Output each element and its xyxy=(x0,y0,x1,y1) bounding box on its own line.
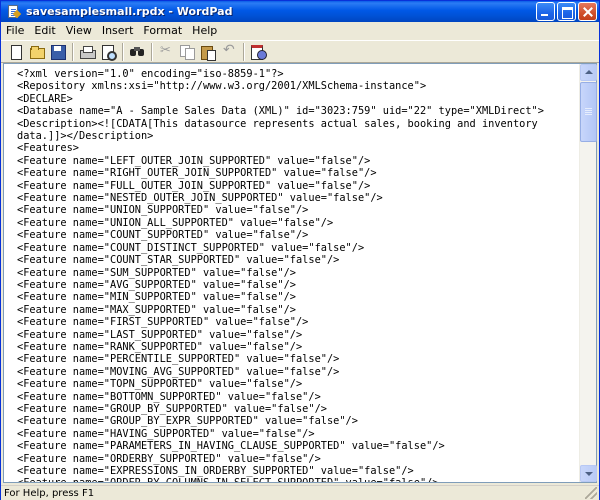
toolbar-separator xyxy=(151,42,153,61)
document-line: <Feature name="EXPRESSIONS_IN_ORDERBY_SU… xyxy=(17,465,414,477)
document-line: <Feature name="BOTTOMN_SUPPORTED" value=… xyxy=(17,390,321,403)
printer-icon[interactable] xyxy=(78,43,96,61)
status-bar: For Help, press F1 xyxy=(1,485,599,500)
toolbar-separator xyxy=(122,42,124,61)
document-line: <Feature name="HAVING_SUPPORTED" value="… xyxy=(17,427,315,440)
document-line: <Feature name="LEFT_OUTER_JOIN_SUPPORTED… xyxy=(17,154,371,167)
document-line: <Feature name="NESTED_OUTER_JOIN_SUPPORT… xyxy=(17,192,383,205)
resize-grip-icon[interactable] xyxy=(585,487,597,499)
document-line: <Feature name="ORDERBY_SUPPORTED" value=… xyxy=(17,452,321,465)
document-line: <Features> xyxy=(17,142,79,155)
document-line: <Feature name="FULL_OUTER_JOIN_SUPPORTED… xyxy=(17,179,371,192)
document-line: <Feature name="GROUP_BY_SUPPORTED" value… xyxy=(17,402,327,415)
folder-open-icon[interactable] xyxy=(28,43,46,61)
document-line: <?xml version="1.0" encoding="iso-8859-1… xyxy=(17,68,284,80)
document-area: <?xml version="1.0" encoding="iso-8859-1… xyxy=(3,63,597,483)
window-title: savesamplesmall.rpdx - WordPad xyxy=(26,5,233,18)
document-line: <Feature name="COUNT_SUPPORTED" value="f… xyxy=(17,229,309,242)
document-line: <Feature name="MIN_SUPPORTED" value="fal… xyxy=(17,291,296,304)
document-line: <Feature name="PERCENTILE_SUPPORTED" val… xyxy=(17,353,340,366)
menu-format[interactable]: Format xyxy=(138,22,187,40)
document-line: <Feature name="UNION_ALL_SUPPORTED" valu… xyxy=(17,216,334,229)
binoculars-icon[interactable] xyxy=(128,43,146,61)
document-line: <Feature name="MAX_SUPPORTED" value="fal… xyxy=(17,303,296,316)
scroll-down-arrow-icon[interactable] xyxy=(580,465,597,482)
scissors-icon[interactable] xyxy=(157,43,175,61)
floppy-disk-icon[interactable] xyxy=(49,43,67,61)
scrollbar-thumb[interactable] xyxy=(580,82,597,142)
toolbar-separator xyxy=(72,42,74,61)
document-line: <Description><![CDATA[This datasource re… xyxy=(17,117,538,130)
document-line: <Feature name="TOPN_SUPPORTED" value="fa… xyxy=(17,378,303,391)
undo-icon[interactable] xyxy=(220,42,238,61)
menu-help[interactable]: Help xyxy=(187,22,222,40)
menu-bar: File Edit View Insert Format Help xyxy=(1,22,599,40)
vertical-scrollbar[interactable] xyxy=(579,64,597,482)
document-line: <Feature name="UNION_SUPPORTED" value="f… xyxy=(17,204,309,217)
document-line: <Feature name="LAST_SUPPORTED" value="fa… xyxy=(17,328,303,341)
document-line: <Feature name="RANK_SUPPORTED" value="fa… xyxy=(17,340,303,353)
menu-edit[interactable]: Edit xyxy=(29,22,60,40)
status-text: For Help, press F1 xyxy=(4,487,95,499)
window-controls xyxy=(536,2,597,21)
toolbar xyxy=(1,40,599,63)
print-preview-icon[interactable] xyxy=(99,43,117,61)
menu-insert[interactable]: Insert xyxy=(97,22,139,40)
document-line: data.]]></Description> xyxy=(17,130,154,143)
document-line: <Feature name="GROUP_BY_EXPR_SUPPORTED" … xyxy=(17,415,358,428)
wordpad-icon[interactable] xyxy=(5,4,22,20)
document-line: <Feature name="COUNT_STAR_SUPPORTED" val… xyxy=(17,254,340,267)
menu-file[interactable]: File xyxy=(1,22,29,40)
new-document-icon[interactable] xyxy=(7,43,25,61)
clipboard-icon[interactable] xyxy=(199,43,217,61)
document-line: <Feature name="AVG_SUPPORTED" value="fal… xyxy=(17,278,296,291)
document-line: <Repository xmlns:xsi="http://www.w3.org… xyxy=(17,80,427,93)
menu-view[interactable]: View xyxy=(61,22,97,40)
document-line: <Database name="A - Sample Sales Data (X… xyxy=(17,105,544,118)
title-bar[interactable]: savesamplesmall.rpdx - WordPad xyxy=(1,1,599,22)
document-line: <Feature name="MOVING_AVG_SUPPORTED" val… xyxy=(17,365,340,378)
document-line: <Feature name="RIGHT_OUTER_JOIN_SUPPORTE… xyxy=(17,167,377,180)
document-line: <Feature name="SUM_SUPPORTED" value="fal… xyxy=(17,266,296,279)
document-line: <Feature name="ORDER_BY_COLUMNS_IN_SELEC… xyxy=(17,477,579,482)
toolbar-separator xyxy=(243,42,245,61)
document-line: <Feature name="PARAMETERS_IN_HAVING_CLAU… xyxy=(17,440,445,453)
close-button[interactable] xyxy=(578,2,597,21)
minimize-button[interactable] xyxy=(536,2,555,21)
copy-icon[interactable] xyxy=(178,43,196,61)
document-line: <DECLARE> xyxy=(17,92,73,105)
maximize-button[interactable] xyxy=(557,2,576,21)
calendar-clock-icon[interactable] xyxy=(249,43,267,61)
text-editor[interactable]: <?xml version="1.0" encoding="iso-8859-1… xyxy=(4,64,579,482)
scroll-up-arrow-icon[interactable] xyxy=(580,64,597,81)
wordpad-window: savesamplesmall.rpdx - WordPad File Edit… xyxy=(0,0,600,500)
document-line: <Feature name="FIRST_SUPPORTED" value="f… xyxy=(17,316,309,329)
document-line: <Feature name="COUNT_DISTINCT_SUPPORTED"… xyxy=(17,241,365,254)
